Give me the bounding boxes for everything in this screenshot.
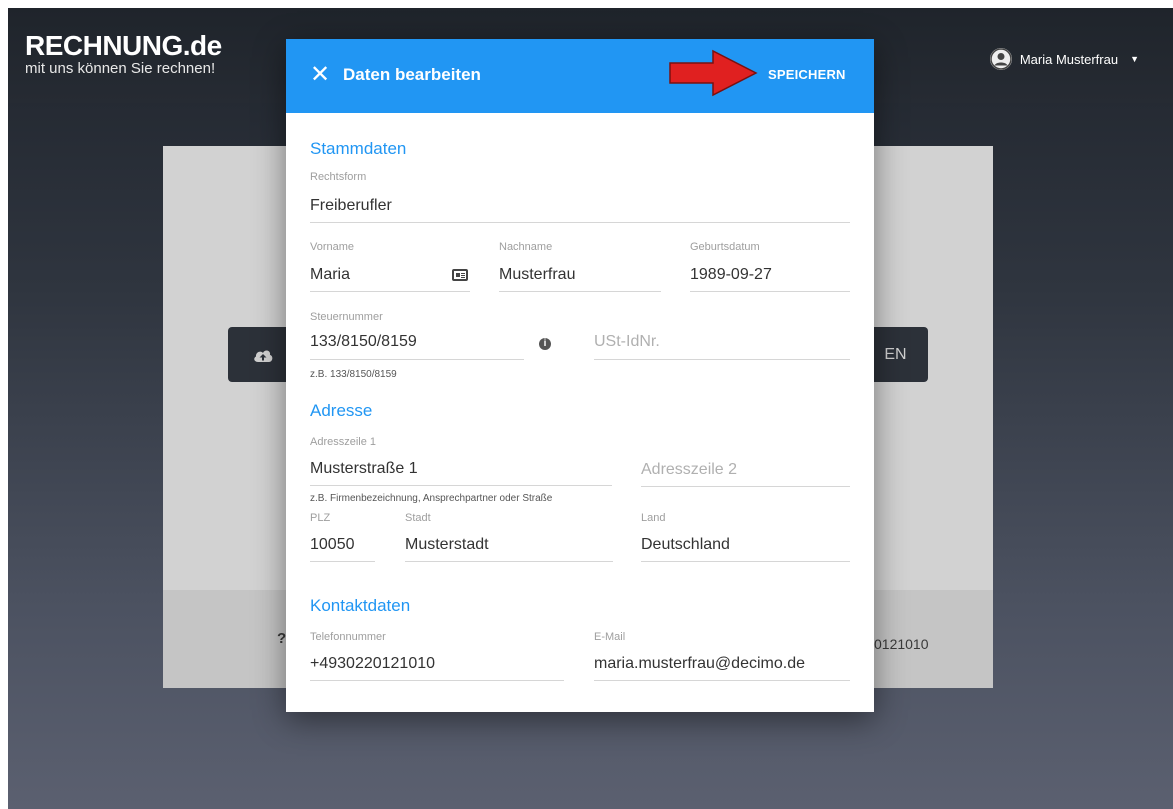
stadt-value: Musterstadt xyxy=(405,536,489,553)
steuernummer-label: Steuernummer xyxy=(310,311,383,323)
user-name: Maria Musterfrau xyxy=(1019,51,1119,67)
ust-idnr-placeholder: USt-IdNr. xyxy=(594,333,660,350)
section-kontaktdaten: Kontaktdaten xyxy=(310,596,411,615)
footer-question-mark: ? xyxy=(277,630,287,647)
nachname-value: Musterfrau xyxy=(499,266,576,283)
info-icon[interactable]: i xyxy=(539,338,551,350)
rechtsform-label: Rechtsform xyxy=(310,171,367,183)
background-button-label: EN xyxy=(884,345,907,363)
email-value: maria.musterfrau@decimo.de xyxy=(594,655,805,672)
id-card-icon[interactable] xyxy=(452,269,468,281)
section-adresse: Adresse xyxy=(310,401,373,420)
geburtsdatum-value: 1989-09-27 xyxy=(690,266,772,283)
plz-label: PLZ xyxy=(310,512,331,524)
footer-phone-fragment: 0121010 xyxy=(874,636,929,652)
adresszeile1-field[interactable]: Adresszeile 1 Musterstraße 1 xyxy=(310,436,612,486)
adresszeile2-placeholder: Adresszeile 2 xyxy=(641,461,738,478)
plz-field[interactable]: PLZ 10050 xyxy=(310,512,375,562)
geburtsdatum-label: Geburtsdatum xyxy=(690,241,760,253)
logo-tagline: mit uns können Sie rechnen! xyxy=(25,60,216,77)
land-label: Land xyxy=(641,512,666,524)
land-field[interactable]: Land Deutschland xyxy=(641,512,850,562)
plz-value: 10050 xyxy=(310,536,355,553)
vorname-value: Maria xyxy=(310,266,351,283)
adresszeile2-field[interactable]: Adresszeile 2 xyxy=(641,457,850,487)
vorname-label: Vorname xyxy=(310,241,355,253)
ust-idnr-field[interactable]: USt-IdNr. xyxy=(594,329,850,360)
telefon-value: +4930220121010 xyxy=(310,655,436,672)
stadt-label: Stadt xyxy=(405,512,431,524)
steuernummer-field[interactable]: Steuernummer 133/8150/8159 xyxy=(310,311,524,360)
rechtsform-field[interactable]: Rechtsform Freiberufler xyxy=(310,171,850,223)
steuernummer-value: 133/8150/8159 xyxy=(310,333,417,350)
land-value: Deutschland xyxy=(641,536,730,553)
dialog-header: ✕ Daten bearbeiten SPEICHERN xyxy=(286,39,874,113)
edit-data-dialog: ✕ Daten bearbeiten SPEICHERN Stammdaten … xyxy=(286,39,874,712)
chevron-down-icon: ▼ xyxy=(1130,54,1139,64)
adresszeile1-hint: z.B. Firmenbezeichnung, Ansprechpartner … xyxy=(310,493,553,504)
rechtsform-value: Freiberufler xyxy=(310,197,392,214)
user-avatar-icon xyxy=(989,48,1012,70)
email-field[interactable]: E-Mail maria.musterfrau@decimo.de xyxy=(594,631,850,681)
close-icon[interactable]: ✕ xyxy=(310,63,330,87)
geburtsdatum-field[interactable]: Geburtsdatum 1989-09-27 xyxy=(690,241,850,292)
stadt-field[interactable]: Stadt Musterstadt xyxy=(405,512,613,562)
adresszeile1-value: Musterstraße 1 xyxy=(310,460,418,477)
logo-title[interactable]: RECHNUNG.de xyxy=(25,32,222,60)
cloud-upload-icon xyxy=(254,350,273,362)
adresszeile1-label: Adresszeile 1 xyxy=(310,436,377,448)
telefon-field[interactable]: Telefonnummer +4930220121010 xyxy=(310,631,564,681)
save-button[interactable]: SPEICHERN xyxy=(756,59,858,89)
telefon-label: Telefonnummer xyxy=(310,631,386,643)
dialog-title: Daten bearbeiten xyxy=(343,65,481,84)
vorname-field[interactable]: Vorname Maria xyxy=(310,241,470,292)
red-arrow-annotation xyxy=(669,49,758,97)
section-stammdaten: Stammdaten xyxy=(310,139,407,158)
nachname-label: Nachname xyxy=(499,241,553,253)
user-menu[interactable]: Maria Musterfrau ▼ xyxy=(989,48,1139,70)
email-label: E-Mail xyxy=(594,631,626,643)
steuernummer-hint: z.B. 133/8150/8159 xyxy=(310,369,397,380)
nachname-field[interactable]: Nachname Musterfrau xyxy=(499,241,661,292)
